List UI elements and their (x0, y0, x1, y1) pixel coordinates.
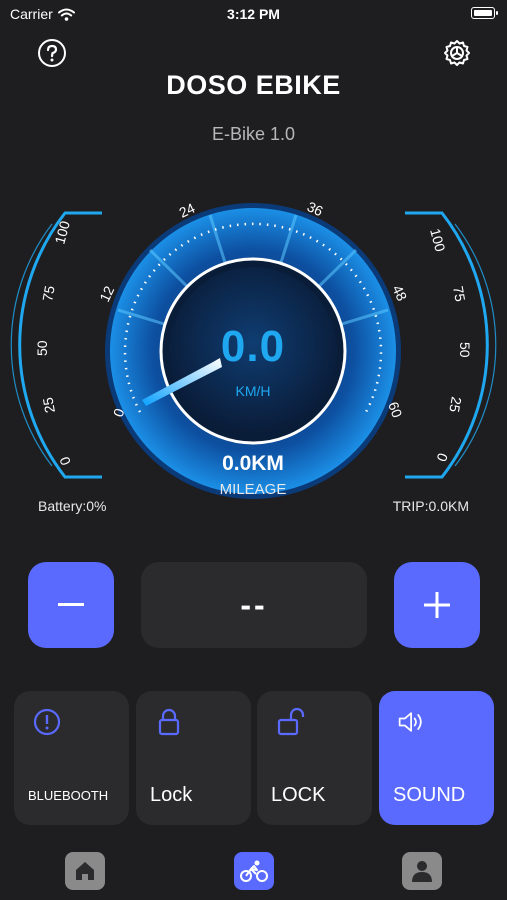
decrease-level-button[interactable] (28, 562, 114, 648)
speed-unit: KM/H (235, 383, 271, 399)
left-scale-label: 50 (34, 340, 50, 356)
lock-open-icon (277, 707, 305, 736)
tab-profile[interactable] (402, 852, 442, 890)
left-scale-label: 25 (39, 396, 57, 414)
lock-closed-icon (158, 708, 180, 736)
app-title: DOSO EBIKE (166, 70, 341, 100)
left-scale-label: 100 (51, 219, 73, 246)
home-icon (76, 862, 94, 880)
right-scale-label: 75 (450, 285, 468, 303)
help-icon[interactable] (37, 38, 67, 68)
bicycle-icon (240, 860, 268, 882)
speed-value: 0.0 (220, 322, 286, 371)
mileage-value: 0.0KM (222, 452, 284, 475)
status-time: 3:12 PM (227, 6, 280, 22)
right-scale-label: 0 (433, 451, 451, 464)
sound-tile[interactable]: SOUND (379, 691, 494, 825)
left-scale-label: 0 (56, 454, 74, 467)
left-bracket (18, 211, 102, 479)
tab-ride[interactable] (234, 852, 274, 890)
speaker-icon (398, 712, 422, 732)
right-scale-label: 100 (427, 227, 449, 254)
tab-home[interactable] (65, 852, 105, 890)
settings-icon[interactable] (442, 38, 472, 68)
unlock-tile-label: LOCK (271, 784, 326, 806)
person-icon (412, 861, 432, 882)
alert-circle-icon (33, 708, 61, 736)
mileage-label: MILEAGE (219, 481, 287, 498)
trip-distance-text: TRIP:0.0KM (392, 498, 469, 514)
app-subtitle: E-Bike 1.0 (211, 124, 296, 144)
bluetooth-tile[interactable]: BLUEBOOTH (14, 691, 129, 825)
tab-bar (0, 848, 507, 900)
assist-level-display: -- (141, 562, 367, 648)
minus-icon (58, 603, 84, 606)
bluetooth-tile-label: BLUEBOOTH (28, 788, 109, 803)
plus-icon (424, 592, 450, 618)
status-bar: Carrier 3:12 PM (0, 0, 507, 30)
battery-level-text: Battery:0% (38, 498, 107, 514)
right-scale-label: 25 (446, 395, 464, 413)
right-bracket (405, 211, 489, 479)
speed-tick-label: 48 (389, 283, 410, 304)
sound-tile-label: SOUND (393, 784, 466, 806)
lock-tile[interactable]: Lock (136, 691, 251, 825)
lock-tile-label: Lock (150, 784, 193, 806)
increase-level-button[interactable] (394, 562, 480, 648)
unlock-tile[interactable]: LOCK (257, 691, 372, 825)
battery-icon (471, 7, 498, 19)
left-scale-label: 75 (39, 284, 57, 302)
right-scale-label: 50 (457, 342, 473, 358)
